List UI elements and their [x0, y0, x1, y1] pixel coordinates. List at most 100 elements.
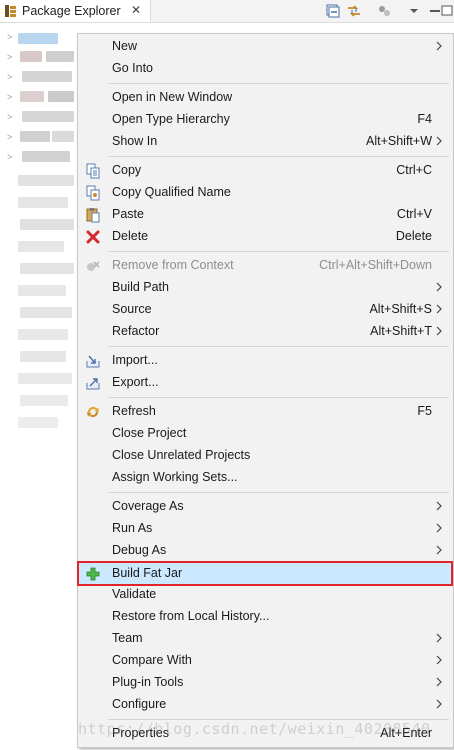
- view-menu-icon[interactable]: [406, 3, 422, 19]
- menu-item-shortcut: Ctrl+V: [396, 207, 432, 221]
- menu-item-label: Show In: [112, 134, 158, 148]
- expand-arrow-icon[interactable]: >: [7, 152, 12, 162]
- menu-item-shortcut: F4: [417, 112, 432, 126]
- menu-item-label: Open Type Hierarchy: [112, 112, 230, 126]
- menu-item-label: Run As: [112, 521, 153, 535]
- menu-item-run-as[interactable]: Run As: [78, 518, 453, 540]
- menu-item-close-project[interactable]: Close Project: [78, 423, 453, 445]
- chevron-right-icon: [436, 633, 442, 643]
- menu-item-validate[interactable]: Validate: [78, 584, 453, 606]
- package-explorer-tab[interactable]: Package Explorer ✕: [0, 0, 151, 22]
- obscured-tree-item: [18, 329, 68, 340]
- menu-item-assign-working-sets[interactable]: Assign Working Sets...: [78, 467, 453, 489]
- view-title: Package Explorer: [22, 4, 121, 18]
- menu-item-label: Debug As: [112, 543, 167, 557]
- obscured-tree-item: [20, 395, 68, 406]
- menu-item-import[interactable]: Import...: [78, 350, 453, 372]
- delete-icon: [86, 230, 100, 244]
- chevron-right-icon: [436, 304, 442, 314]
- menu-separator: [108, 251, 449, 252]
- obscured-tree-item: [20, 219, 74, 230]
- menu-item-debug-as[interactable]: Debug As: [78, 540, 453, 562]
- menu-item-build-fat-jar[interactable]: Build Fat Jar: [77, 561, 453, 586]
- obscured-tree-item: [20, 91, 44, 102]
- menu-item-new[interactable]: New: [78, 36, 453, 58]
- chevron-right-icon: [436, 501, 442, 511]
- maximize-icon[interactable]: [440, 3, 454, 19]
- menu-item-label: Delete: [112, 229, 149, 243]
- menu-item-shortcut: Alt+Shift+S: [369, 302, 432, 316]
- menu-item-label: Open in New Window: [112, 90, 233, 104]
- menu-item-shortcut: Ctrl+C: [396, 163, 432, 177]
- menu-item-close-unrelated-projects[interactable]: Close Unrelated Projects: [78, 445, 453, 467]
- remove-from-context-icon: [87, 261, 100, 271]
- project-tree[interactable]: > > > > > > >: [0, 23, 80, 750]
- menu-item-refresh[interactable]: Refresh F5: [78, 401, 453, 423]
- menu-item-label: Copy Qualified Name: [112, 185, 231, 199]
- expand-arrow-icon[interactable]: >: [7, 112, 12, 122]
- obscured-tree-item: [18, 417, 58, 428]
- menu-item-open-type-hierarchy[interactable]: Open Type Hierarchy F4: [78, 109, 453, 131]
- menu-item-show-in[interactable]: Show In Alt+Shift+W: [78, 131, 453, 153]
- obscured-tree-item: [22, 71, 72, 82]
- menu-item-team[interactable]: Team: [78, 628, 453, 650]
- menu-item-label: Configure: [112, 697, 167, 711]
- menu-item-go-into[interactable]: Go Into: [78, 58, 453, 80]
- export-icon: [86, 378, 100, 390]
- menu-item-shortcut: Alt+Shift+T: [370, 324, 432, 338]
- refresh-icon: [87, 407, 99, 417]
- menu-item-label: New: [112, 39, 138, 53]
- menu-item-label: Build Path: [112, 280, 169, 294]
- menu-item-label: Close Unrelated Projects: [112, 448, 251, 462]
- expand-arrow-icon[interactable]: >: [7, 52, 12, 62]
- menu-item-copy-qualified-name[interactable]: Copy Qualified Name: [78, 182, 453, 204]
- link-with-editor-icon[interactable]: [346, 3, 362, 19]
- obscured-tree-item: [18, 285, 66, 296]
- chevron-right-icon: [436, 326, 442, 336]
- obscured-tree-item: [20, 51, 42, 62]
- menu-item-label: Close Project: [112, 426, 187, 440]
- selected-tree-item[interactable]: [18, 33, 58, 44]
- copy-qualified-name-icon: [86, 185, 100, 201]
- menu-item-export[interactable]: Export...: [78, 372, 453, 394]
- menu-item-restore-from-local-history[interactable]: Restore from Local History...: [78, 606, 453, 628]
- menu-item-remove-from-context[interactable]: Remove from Context Ctrl+Alt+Shift+Down: [78, 255, 453, 277]
- menu-item-label: Build Fat Jar: [112, 566, 183, 580]
- menu-item-compare-with[interactable]: Compare With: [78, 650, 453, 672]
- menu-item-coverage-as[interactable]: Coverage As: [78, 496, 453, 518]
- menu-item-source[interactable]: Source Alt+Shift+S: [78, 299, 453, 321]
- close-icon[interactable]: ✕: [131, 3, 141, 17]
- menu-item-delete[interactable]: Delete Delete: [78, 226, 453, 248]
- menu-item-open-in-new-window[interactable]: Open in New Window: [78, 87, 453, 109]
- expand-arrow-icon[interactable]: >: [7, 32, 12, 42]
- import-icon: [86, 355, 100, 368]
- watermark: https://blog.csdn.net/weixin_40208540: [78, 720, 431, 738]
- menu-item-shortcut: Ctrl+Alt+Shift+Down: [319, 258, 432, 272]
- view-header: Package Explorer ✕: [0, 0, 454, 23]
- obscured-tree-item: [20, 351, 66, 362]
- chevron-right-icon: [436, 699, 442, 709]
- menu-item-label: Source: [112, 302, 152, 316]
- expand-arrow-icon[interactable]: >: [7, 132, 12, 142]
- menu-item-build-path[interactable]: Build Path: [78, 277, 453, 299]
- obscured-tree-item: [20, 131, 50, 142]
- menu-item-configure[interactable]: Configure: [78, 694, 453, 716]
- collapse-all-icon[interactable]: [325, 3, 341, 19]
- expand-arrow-icon[interactable]: >: [7, 72, 12, 82]
- build-fat-jar-icon: [86, 567, 100, 581]
- menu-item-refactor[interactable]: Refactor Alt+Shift+T: [78, 321, 453, 343]
- chevron-right-icon: [436, 545, 442, 555]
- menu-separator: [108, 346, 449, 347]
- obscured-tree-item: [48, 91, 74, 102]
- obscured-tree-item: [20, 307, 72, 318]
- chevron-right-icon: [436, 655, 442, 665]
- expand-arrow-icon[interactable]: >: [7, 92, 12, 102]
- menu-item-plug-in-tools[interactable]: Plug-in Tools: [78, 672, 453, 694]
- obscured-tree-item: [52, 131, 74, 142]
- menu-item-paste[interactable]: Paste Ctrl+V: [78, 204, 453, 226]
- menu-item-copy[interactable]: Copy Ctrl+C: [78, 160, 453, 182]
- focus-icon[interactable]: [376, 3, 392, 19]
- menu-item-label: Import...: [112, 353, 158, 367]
- chevron-right-icon: [436, 136, 442, 146]
- menu-separator: [108, 397, 449, 398]
